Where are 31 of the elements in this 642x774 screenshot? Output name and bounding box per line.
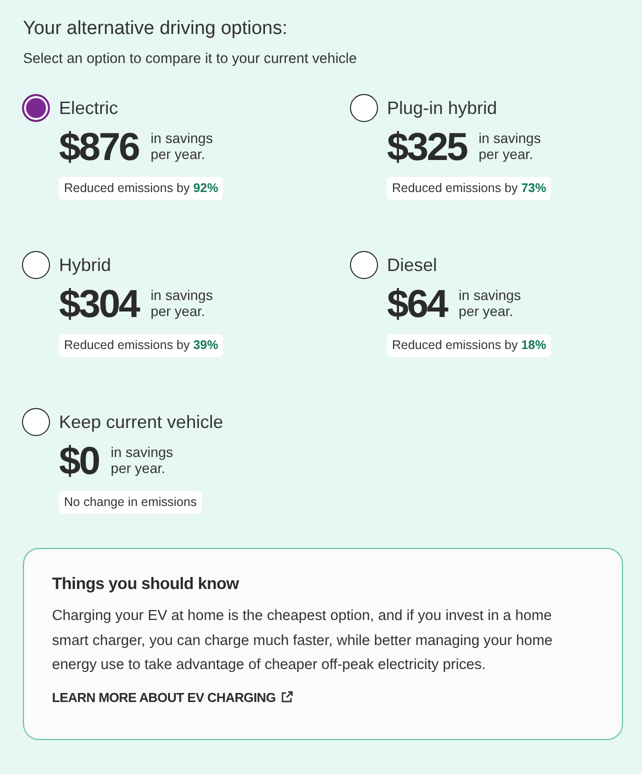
savings-amount: $325 — [387, 126, 467, 170]
emissions-tag: Reduced emissions by 18% — [387, 334, 552, 357]
savings-note: in savings per year. — [150, 130, 214, 162]
option-label[interactable]: Diesel — [387, 254, 438, 276]
emissions-tag: Reduced emissions by 92% — [59, 177, 224, 200]
card-title: Things you should know — [52, 575, 240, 594]
emissions-tag: No change in emissions — [59, 491, 202, 514]
option-label[interactable]: Plug-in hybrid — [387, 98, 498, 118]
option-label[interactable]: Electric — [59, 98, 118, 118]
emissions-tag: Reduced emissions by 73% — [387, 177, 552, 200]
option-label[interactable]: Keep current vehicle — [59, 412, 224, 432]
savings-note: in savings per year. — [458, 287, 522, 319]
learn-more-link[interactable]: LEARN MORE ABOUT EV CHARGING — [52, 690, 293, 704]
section-subheading: Select an option to compare it to your current vehicle — [23, 50, 358, 68]
radio-button[interactable] — [22, 251, 50, 279]
savings-amount: $0 — [59, 440, 99, 484]
savings-note: in savings per year. — [150, 287, 214, 319]
savings-amount: $304 — [59, 283, 139, 327]
external-link-icon — [280, 691, 293, 703]
emissions-tag: Reduced emissions by 39% — [59, 334, 224, 357]
radio-button[interactable] — [350, 251, 378, 279]
savings-amount: $876 — [59, 126, 139, 170]
section-heading: Your alternative driving options: — [23, 17, 288, 41]
radio-button[interactable] — [22, 408, 50, 436]
radio-button[interactable] — [350, 94, 378, 122]
card-text: Charging your EV at home is the cheapest option, and if you invest in a home smart charger, you can charge much faster, while better managing your home energy use to take advantage of cheaper off-peak electricity prices. — [52, 607, 554, 675]
option-label[interactable]: Hybrid — [59, 254, 112, 276]
savings-note: in savings per year. — [110, 444, 174, 476]
radio-button[interactable] — [22, 94, 50, 122]
savings-note: in savings per year. — [478, 130, 542, 162]
savings-amount: $64 — [387, 283, 447, 327]
